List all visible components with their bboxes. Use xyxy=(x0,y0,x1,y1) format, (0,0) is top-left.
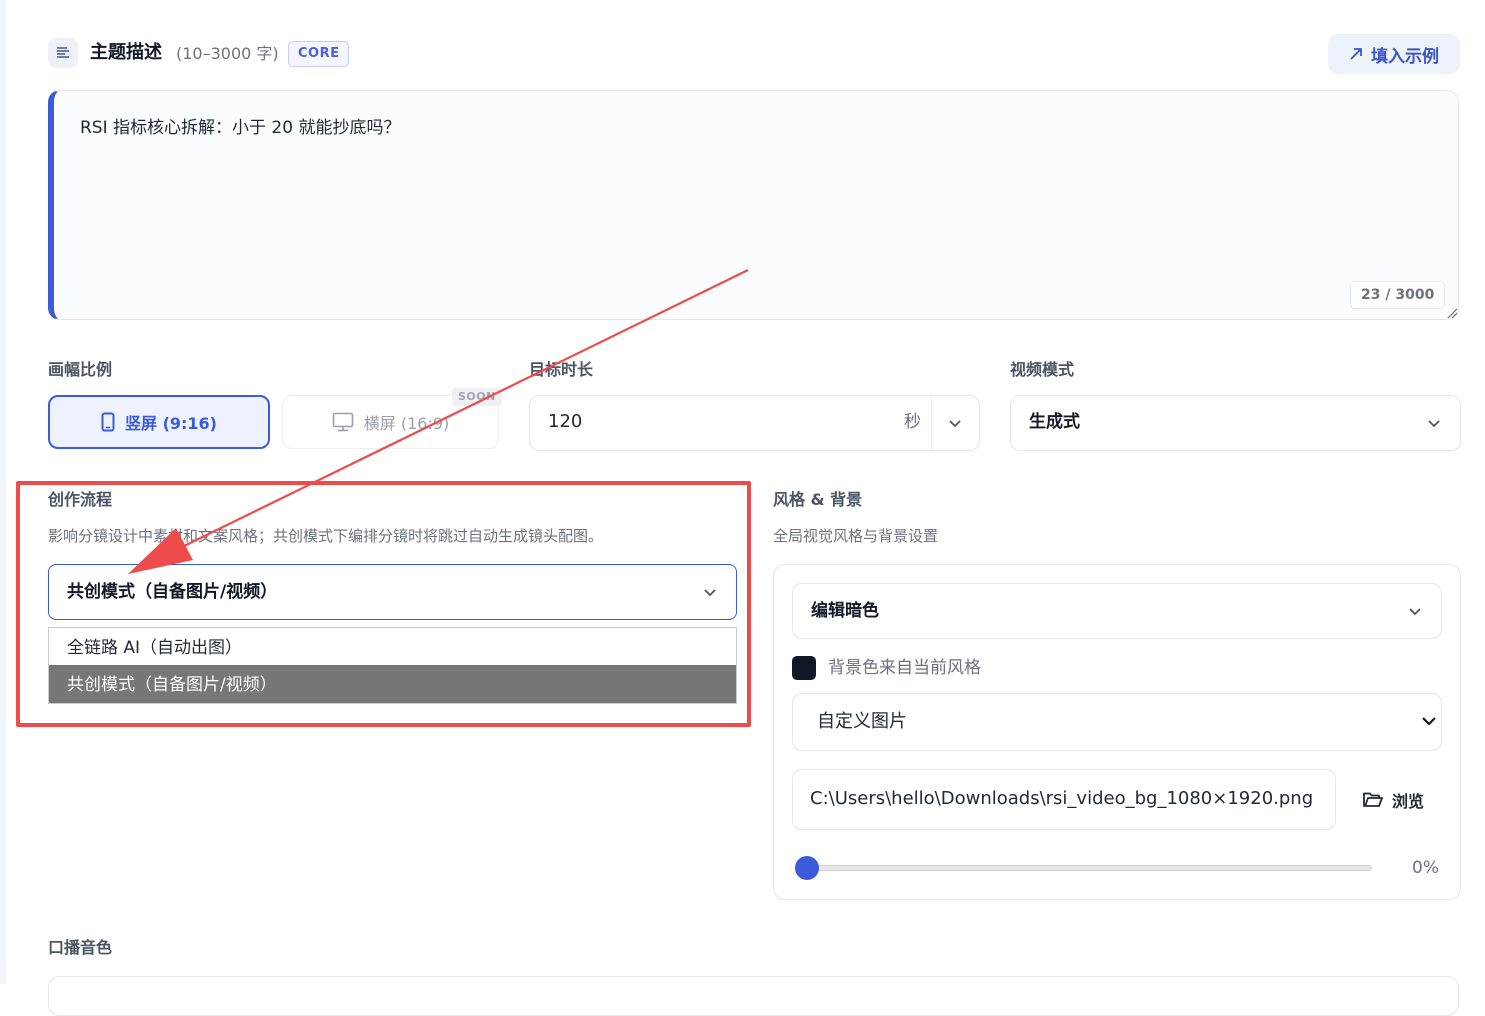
arrow-up-right-icon xyxy=(1350,48,1362,60)
topic-text: RSI 指标核心拆解：小于 20 就能抄底吗？ xyxy=(80,118,401,138)
portrait-ratio-button[interactable]: 竖屏 (9:16) xyxy=(48,395,270,449)
chevron-down-icon[interactable] xyxy=(945,413,965,433)
annotation-highlight-box xyxy=(16,481,751,727)
style-bg-label: 风格 & 背景 xyxy=(773,490,863,509)
voice-select[interactable] xyxy=(48,976,1459,1016)
core-badge: CORE xyxy=(288,41,350,67)
resize-handle-icon[interactable] xyxy=(1446,307,1458,319)
chevron-down-icon xyxy=(1422,717,1436,726)
theme-value: 编辑暗色 xyxy=(811,601,879,621)
opacity-value: 0% xyxy=(1412,858,1439,878)
opacity-slider-thumb[interactable] xyxy=(795,856,819,880)
bg-color-label: 背景色来自当前风格 xyxy=(828,658,981,678)
left-border xyxy=(0,0,6,984)
fill-example-label: 填入示例 xyxy=(1371,46,1439,67)
portrait-ratio-label: 竖屏 (9:16) xyxy=(125,414,217,433)
bg-color-swatch[interactable] xyxy=(792,656,816,680)
monitor-icon xyxy=(332,412,354,432)
char-counter: 23 / 3000 xyxy=(1350,281,1446,309)
topic-title: 主题描述 xyxy=(90,42,162,63)
duration-unit: 秒 xyxy=(904,412,921,432)
opacity-slider-track[interactable] xyxy=(806,865,1372,871)
landscape-ratio-label: 横屏 (16:9) xyxy=(363,414,450,433)
bg-type-value: 自定义图片 xyxy=(817,711,907,732)
folder-open-icon xyxy=(1363,792,1383,807)
video-mode-value: 生成式 xyxy=(1029,412,1080,432)
browse-label: 浏览 xyxy=(1392,792,1425,811)
duration-value: 120 xyxy=(548,411,583,432)
chevron-down-icon xyxy=(1409,608,1421,616)
fill-example-button[interactable]: 填入示例 xyxy=(1328,34,1460,74)
soon-badge: SOON xyxy=(452,388,502,406)
phone-icon xyxy=(101,412,115,432)
chevron-down-icon xyxy=(1428,420,1440,428)
ratio-label: 画幅比例 xyxy=(48,360,113,379)
style-bg-description: 全局视觉风格与背景设置 xyxy=(773,527,939,545)
bg-path-value: C:\Users\hello\Downloads\rsi_video_bg_10… xyxy=(810,788,1314,809)
video-mode-label: 视频模式 xyxy=(1010,360,1075,379)
browse-button[interactable]: 浏览 xyxy=(1362,786,1424,814)
theme-select[interactable] xyxy=(792,583,1442,639)
topic-length-hint: (10–3000 字) xyxy=(176,44,279,63)
duration-divider xyxy=(931,396,932,450)
document-icon xyxy=(48,38,78,68)
duration-label: 目标时长 xyxy=(529,360,594,379)
voice-label: 口播音色 xyxy=(48,938,113,957)
